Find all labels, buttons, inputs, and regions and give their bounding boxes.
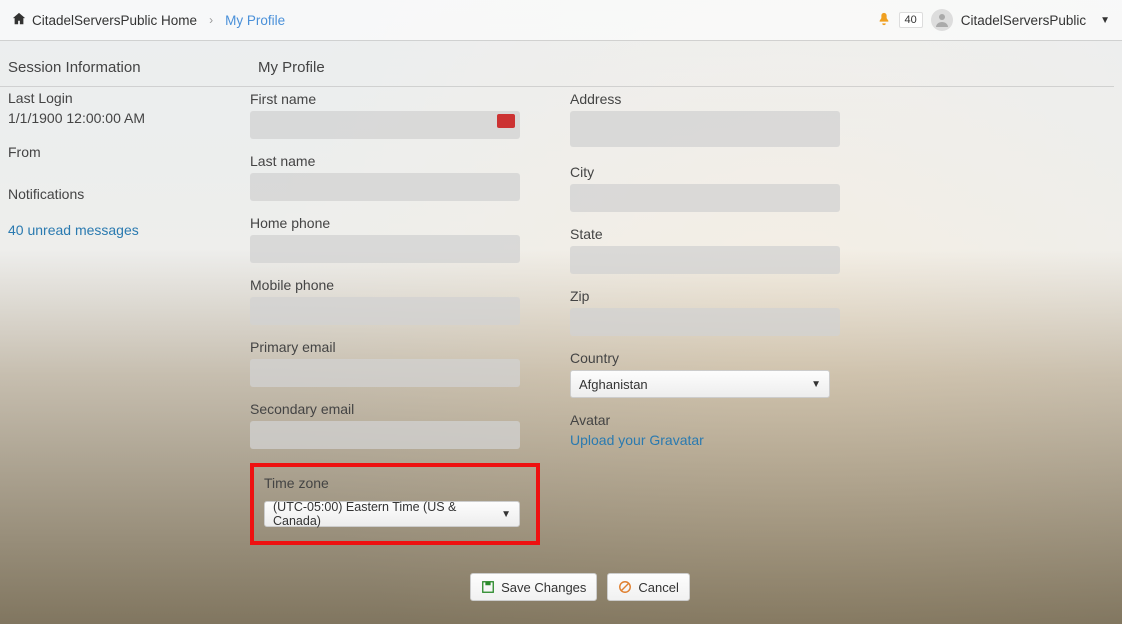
city-field[interactable] — [570, 184, 840, 212]
bell-icon[interactable] — [877, 12, 891, 29]
chevron-down-icon: ▼ — [811, 379, 821, 390]
timezone-select[interactable]: (UTC-05:00) Eastern Time (US & Canada) ▼ — [264, 501, 520, 527]
primary-email-field[interactable] — [250, 359, 520, 387]
home-phone-label: Home phone — [250, 211, 520, 235]
form-right-column: Address City State Zip Country — [570, 87, 840, 545]
username-label[interactable]: CitadelServersPublic — [961, 13, 1086, 28]
cancel-button[interactable]: Cancel — [607, 573, 689, 601]
breadcrumb-current: My Profile — [225, 13, 285, 28]
chevron-right-icon: › — [209, 13, 213, 27]
cancel-icon — [618, 580, 632, 594]
state-field[interactable] — [570, 246, 840, 274]
save-button[interactable]: Save Changes — [470, 573, 597, 601]
mobile-phone-field[interactable] — [250, 297, 520, 325]
home-phone-field[interactable] — [250, 235, 520, 263]
first-name-label: First name — [250, 87, 520, 111]
primary-email-label: Primary email — [250, 335, 520, 359]
last-login-value: 1/1/1900 12:00:00 AM — [8, 110, 242, 140]
secondary-email-field[interactable] — [250, 421, 520, 449]
chevron-down-icon: ▼ — [501, 509, 511, 520]
city-label: City — [570, 160, 840, 184]
home-icon — [12, 12, 26, 29]
form-left-column: First name Last name Home phone Mobile p… — [250, 87, 520, 545]
avatar[interactable] — [931, 9, 953, 31]
breadcrumb-home[interactable]: CitadelServersPublic Home — [32, 13, 197, 28]
address-label: Address — [570, 87, 840, 111]
user-menu-caret[interactable]: ▼ — [1100, 15, 1110, 26]
timezone-highlight: Time zone (UTC-05:00) Eastern Time (US &… — [250, 463, 540, 545]
content: My Profile First name Last name Home pho… — [250, 41, 1122, 601]
zip-field[interactable] — [570, 308, 840, 336]
last-name-label: Last name — [250, 149, 520, 173]
last-name-field[interactable] — [250, 173, 520, 201]
timezone-value: (UTC-05:00) Eastern Time (US & Canada) — [273, 500, 501, 528]
notification-count[interactable]: 40 — [899, 12, 923, 28]
avatar-label: Avatar — [570, 408, 840, 432]
notifications-title: Notifications — [8, 182, 242, 206]
first-name-field[interactable] — [250, 111, 520, 139]
sidebar: Session Information Last Login 1/1/1900 … — [0, 41, 250, 601]
page-title: My Profile — [250, 53, 1114, 86]
country-value: Afghanistan — [579, 377, 648, 392]
address-field[interactable] — [570, 111, 840, 147]
from-value — [8, 164, 242, 178]
secondary-email-label: Secondary email — [250, 397, 520, 421]
state-label: State — [570, 222, 840, 246]
mobile-phone-label: Mobile phone — [250, 273, 520, 297]
country-label: Country — [570, 346, 840, 370]
unread-messages-link[interactable]: 40 unread messages — [8, 218, 139, 242]
from-label: From — [8, 140, 242, 164]
gravatar-link[interactable]: Upload your Gravatar — [570, 432, 704, 448]
top-bar: CitadelServersPublic Home › My Profile 4… — [0, 0, 1122, 40]
zip-label: Zip — [570, 284, 840, 308]
password-manager-icon[interactable] — [497, 114, 515, 128]
country-select[interactable]: Afghanistan ▼ — [570, 370, 830, 398]
last-login-label: Last Login — [8, 86, 242, 110]
timezone-label: Time zone — [264, 475, 526, 495]
session-info-title: Session Information — [8, 53, 242, 86]
save-icon — [481, 580, 495, 594]
